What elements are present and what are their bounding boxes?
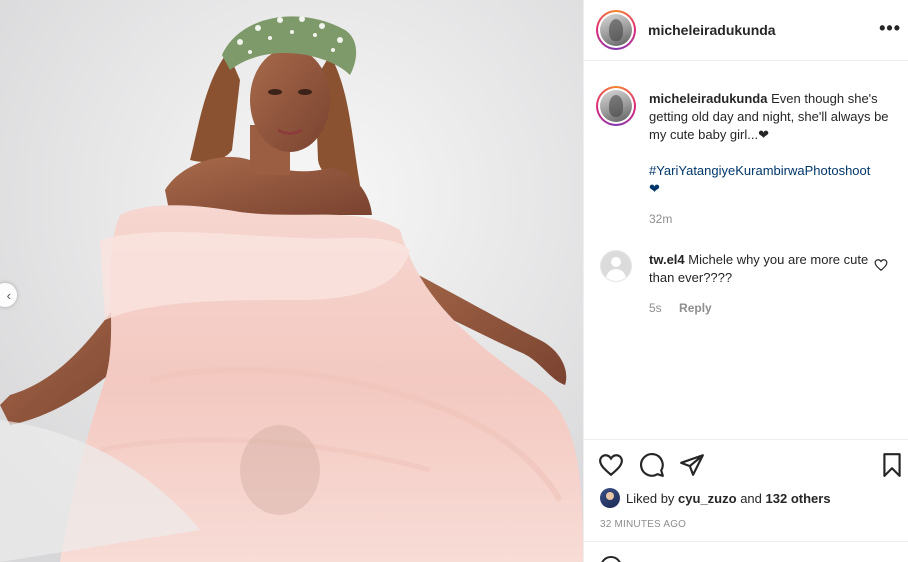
- liked-and-text: and: [740, 490, 762, 506]
- photo-illustration: [0, 0, 583, 562]
- comment-icon[interactable]: [639, 452, 665, 478]
- add-comment-bar: [584, 541, 908, 562]
- comment-like-heart-icon[interactable]: [874, 258, 888, 272]
- post-photo[interactable]: ‹: [0, 0, 583, 562]
- chevron-left-icon: ‹: [6, 287, 11, 303]
- liked-by-user[interactable]: cyu_zuzo: [678, 491, 737, 506]
- post-detail-panel: micheleiradukunda ••• micheleiradukunda …: [583, 0, 908, 562]
- commenter-avatar[interactable]: [600, 250, 632, 282]
- post-header: micheleiradukunda •••: [584, 0, 908, 61]
- comment-item: tw.el4 Michele why you are more cute tha…: [649, 251, 869, 287]
- emoji-icon[interactable]: [600, 556, 622, 562]
- post-caption: micheleiradukunda Even though she's gett…: [649, 90, 894, 198]
- comment-username[interactable]: tw.el4: [649, 252, 685, 267]
- caption-username[interactable]: micheleiradukunda: [649, 91, 767, 106]
- post-actions: Liked by cyu_zuzo and 132 others 32 MINU…: [584, 439, 908, 562]
- liker-avatar[interactable]: [600, 488, 620, 508]
- more-horizontal-icon[interactable]: •••: [879, 18, 901, 39]
- liked-by-prefix: Liked by: [626, 490, 675, 506]
- author-username[interactable]: micheleiradukunda: [648, 22, 776, 38]
- likes-summary: Liked by cyu_zuzo and 132 others: [600, 488, 831, 508]
- heart-icon[interactable]: [598, 452, 624, 478]
- post-timestamp[interactable]: 32 MINUTES AGO: [600, 519, 686, 530]
- caption-timestamp[interactable]: 32m: [649, 212, 672, 226]
- reply-button[interactable]: Reply: [679, 301, 712, 315]
- comment-time[interactable]: 5s: [649, 301, 662, 315]
- caption-avatar[interactable]: [596, 86, 636, 126]
- caption-hashtag[interactable]: #YariYatangiyeKurambirwaPhotoshoot ❤: [649, 162, 894, 198]
- author-avatar[interactable]: [596, 10, 636, 50]
- comment-meta: 5s Reply: [649, 301, 712, 315]
- share-icon[interactable]: [679, 452, 705, 478]
- likes-others-link[interactable]: 132 others: [766, 491, 831, 506]
- bookmark-icon[interactable]: [879, 452, 905, 478]
- hashtag-suffix: ❤: [649, 181, 660, 196]
